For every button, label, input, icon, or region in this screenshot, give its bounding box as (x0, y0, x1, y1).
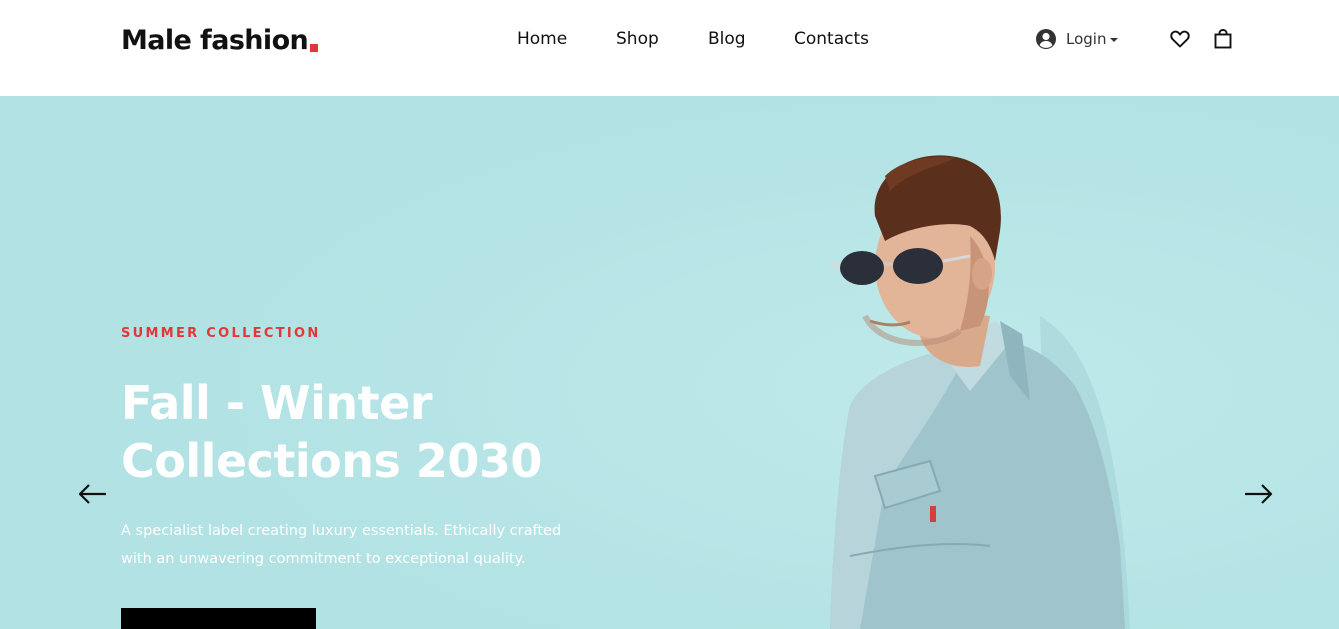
wishlist-button[interactable] (1169, 28, 1191, 50)
hero-banner: SUMMER COLLECTION Fall - Winter Collecti… (0, 96, 1339, 629)
hero-description: A specialist label creating luxury essen… (121, 523, 562, 567)
site-logo[interactable]: Male fashion (121, 24, 319, 58)
arrow-left-icon (78, 484, 106, 504)
slider-prev-button[interactable] (77, 482, 109, 506)
chevron-down-icon (1110, 38, 1119, 42)
cart-button[interactable] (1212, 28, 1234, 50)
login-label: Login (1066, 30, 1107, 48)
hero-subtitle: SUMMER COLLECTION (121, 326, 321, 341)
login-dropdown[interactable]: Login (1035, 26, 1119, 52)
logo-accent-dot (310, 44, 319, 52)
arrow-right-icon (1245, 484, 1273, 504)
hero-model-image (829, 155, 1130, 629)
shopping-bag-icon (1214, 29, 1232, 49)
user-circle-icon (1036, 29, 1056, 49)
nav-home[interactable]: Home (517, 27, 567, 51)
slider-next-button[interactable] (1242, 482, 1274, 506)
nav-contacts[interactable]: Contacts (794, 27, 869, 51)
nav-blog[interactable]: Blog (708, 27, 746, 51)
shop-now-button[interactable] (121, 608, 316, 629)
hero-headline: Fall - Winter Collections 2030 (121, 376, 542, 488)
nav-shop[interactable]: Shop (616, 27, 659, 51)
site-header: Male fashion Home Shop Blog Contacts Log… (0, 0, 1339, 96)
logo-text: Male fashion (121, 25, 309, 56)
heart-icon (1170, 30, 1190, 48)
